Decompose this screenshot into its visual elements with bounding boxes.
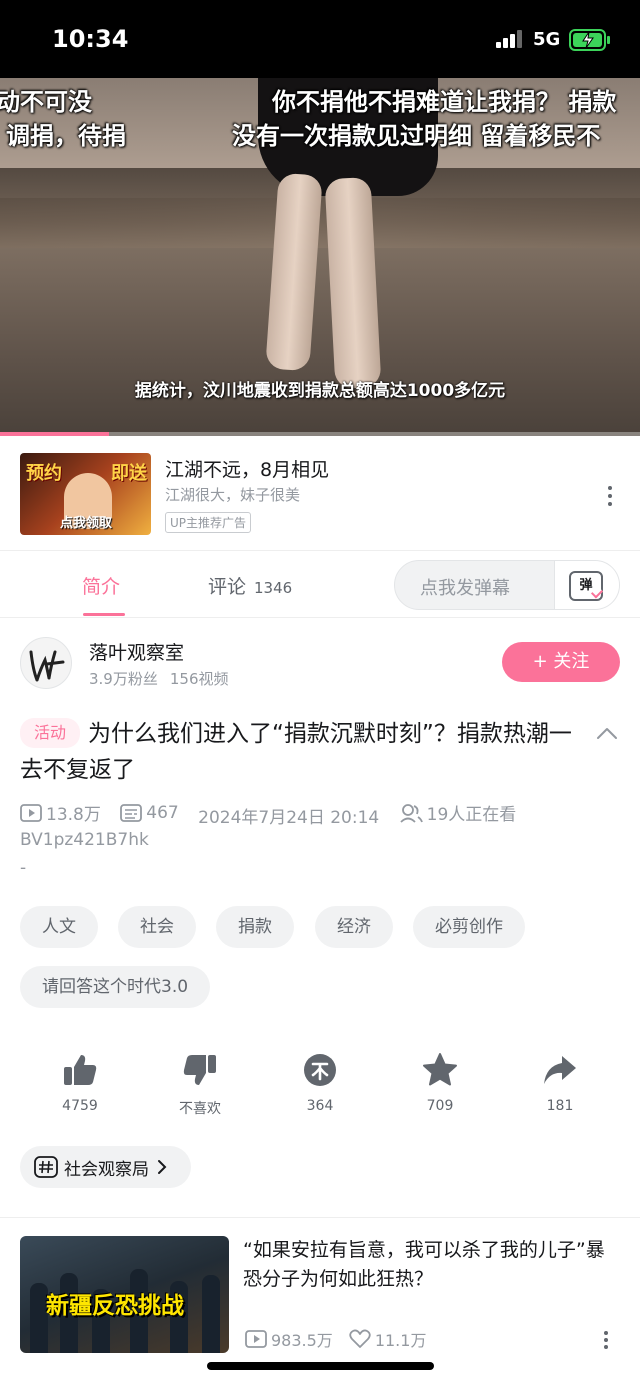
ad-thumb-text: 预约 [26,463,62,484]
status-time: 10:34 [52,25,129,53]
danmaku-count: 467 [146,802,179,823]
section-divider [0,1217,640,1218]
view-count: 13.8万 [46,805,101,825]
recommendation-meta: 983.5万 11.1万 [245,1327,426,1351]
tab-comments[interactable]: 评论 1346 [208,572,292,599]
video-title-text: 为什么我们进入了“捐款沉默时刻”？捐款热潮一去不复返了 [20,721,572,783]
thumb-figure [202,1275,220,1353]
ad-label-badge: UP主推荐广告 [165,512,252,533]
publish-date: 2024年7月24日 20:14 [198,807,380,828]
comments-count: 1346 [254,579,293,597]
like-button[interactable]: 4759 [20,1052,140,1114]
dislike-label: 不喜欢 [179,1101,221,1117]
watching-people-icon [400,803,423,823]
tab-comments-label: 评论 [208,576,247,598]
danmu-comment: 没有一次捐款见过明细 留着移民不 [232,122,601,150]
share-button[interactable]: 181 [500,1052,620,1114]
share-arrow-icon [544,1056,576,1084]
uploader-avatar[interactable] [20,637,72,689]
tag-pill[interactable]: 必剪创作 [413,906,525,948]
recommendation-title[interactable]: “如果安拉有旨意，我可以杀了我的儿子”暴恐分子为何如此狂热？ [243,1236,623,1294]
ad-thumb-text: 即送 [111,463,147,484]
dislike-button[interactable]: 不喜欢 [140,1052,260,1118]
coin-count: 364 [306,1098,334,1114]
play-count-icon [20,803,42,822]
danmaku-count-icon [120,803,143,822]
coin-icon [304,1054,336,1086]
action-bar: 4759 不喜欢 364 709 181 [0,1052,640,1122]
video-subtitle: 据统计，汶川地震收到捐款总额高达1000多亿元 [134,381,506,401]
star-icon [423,1053,457,1086]
ad-subtitle: 江湖很大，妹子很美 [165,486,301,504]
ad-card[interactable]: 预约 即送 点我领取 江湖不远，8月相见 江湖很大，妹子很美 UP主推荐广告 [0,436,640,551]
home-indicator[interactable] [207,1362,434,1370]
video-description: - [20,858,27,878]
tag-pill[interactable]: 捐款 [216,906,294,948]
danmu-toggle-button[interactable]: 弹 [554,561,619,609]
recommendation-views: 983.5万 [271,1331,333,1350]
channel-link[interactable]: 社会观察局 [20,1146,191,1188]
uploader-name[interactable]: 落叶观察室 [89,638,184,665]
follow-button[interactable]: + 关注 [502,642,620,682]
tab-intro[interactable]: 简介 [82,572,120,599]
uploader-fans: 3.9万粉丝 [89,670,158,688]
network-type: 5G [533,29,561,50]
danmu-comment: 动不可没 [0,88,92,116]
video-player[interactable]: 动不可没 你不捐他不捐难道让我捐？ 捐款 调捐，待捐 没有一次捐款见过明细 留着… [0,78,640,436]
share-count: 181 [546,1098,574,1114]
danmu-comment: 你不捐他不捐难道让我捐？ 捐款 [272,88,617,116]
tag-pill[interactable]: 人文 [20,906,98,948]
thumbs-up-icon [64,1055,97,1085]
uploader-video-count: 156视频 [169,670,229,688]
chevron-right-icon [158,1160,167,1174]
uploader-stats: 3.9万粉丝 156视频 [89,668,229,689]
detail-tabs: 简介 评论 1346 点我发弹幕 弹 [0,551,640,618]
danmu-comment: 调捐，待捐 [6,122,126,150]
battery-charging-icon [569,29,610,51]
watching-count: 19人正在看 [426,805,517,825]
signal-icon [496,30,522,48]
recommendation-thumbnail[interactable]: 新疆反恐挑战 [20,1236,229,1353]
ad-title[interactable]: 江湖不远，8月相见 [165,455,329,482]
ad-thumbnail[interactable]: 预约 即送 点我领取 [20,453,151,535]
hashtag-icon [34,1156,58,1178]
chevron-up-icon[interactable] [596,726,618,740]
uploader-logo-icon [29,650,65,682]
video-meta: 13.8万 467 2024年7月24日 20:14 19人正在看 [20,800,530,828]
video-sand [0,248,640,436]
more-vertical-icon[interactable] [598,484,622,508]
heart-icon [349,1329,371,1348]
tag-pill[interactable]: 请回答这个时代3.0 [20,966,211,1008]
tab-active-indicator [83,613,125,616]
tag-pill[interactable]: 社会 [118,906,196,948]
more-vertical-icon[interactable] [598,1330,614,1350]
thumbs-down-icon [183,1055,216,1085]
favorite-count: 709 [426,1098,454,1114]
channel-label: 社会观察局 [64,1159,149,1180]
activity-badge[interactable]: 活动 [20,718,81,748]
danmu-input[interactable]: 点我发弹幕 弹 [394,560,620,610]
like-count: 4759 [62,1098,98,1114]
danmu-input-placeholder: 点我发弹幕 [420,578,510,599]
play-count-icon [245,1330,267,1348]
ad-thumb-cta: 点我领取 [60,516,113,531]
favorite-button[interactable]: 709 [380,1052,500,1114]
bvid[interactable]: BV1pz421B7hk [20,830,149,850]
thumbnail-caption: 新疆反恐挑战 [46,1293,184,1319]
status-bar: 10:34 5G [0,0,640,78]
recommendation-likes: 11.1万 [374,1331,427,1350]
tag-pill[interactable]: 经济 [315,906,393,948]
video-title: 活动 为什么我们进入了“捐款沉默时刻”？捐款热潮一去不复返了 [20,716,580,788]
coin-button[interactable]: 364 [260,1052,380,1114]
